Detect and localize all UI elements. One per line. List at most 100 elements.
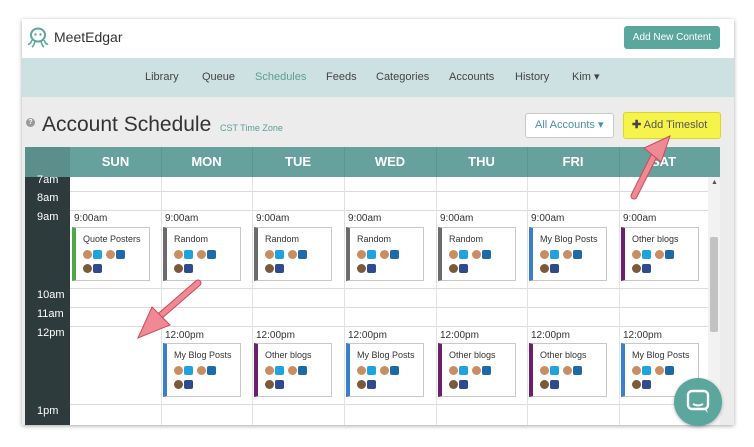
timeslot-card-tue[interactable]: Other blogs (254, 343, 332, 397)
timeslot-card-thu[interactable]: Other blogs (438, 343, 516, 397)
nav-categories[interactable]: Categories (376, 58, 429, 97)
add-new-content-button[interactable]: Add New Content (624, 26, 720, 49)
nav-accounts[interactable]: Accounts (449, 58, 494, 97)
linkedin-icon (298, 366, 307, 375)
add-timeslot-label: Add Timeslot (643, 119, 708, 131)
scroll-up-arrow-icon[interactable]: ▲ (711, 179, 718, 186)
nav-schedules[interactable]: Schedules (255, 58, 306, 97)
nav-feeds[interactable]: Feeds (326, 58, 357, 97)
time-rail: 7am 8am 9am 10am 11am 12pm 1pm (25, 174, 70, 425)
category-label: Other blogs (540, 350, 587, 360)
avatar-icon (357, 366, 366, 375)
avatar-icon (265, 264, 274, 273)
timeslot-card-wed[interactable]: Random (346, 227, 424, 281)
twitter-icon (642, 250, 651, 259)
facebook-icon (275, 380, 284, 389)
day-header-sun: SUN (101, 154, 130, 169)
day-header-tue: TUE (285, 154, 311, 169)
nav-history[interactable]: History (515, 58, 549, 97)
avatar-icon (655, 366, 664, 375)
avatar-icon (357, 264, 366, 273)
facebook-icon (93, 264, 102, 273)
facebook-icon (642, 380, 651, 389)
linkedin-icon (390, 366, 399, 375)
logo-text: MeetEdgar (54, 29, 123, 45)
nav-library[interactable]: Library (145, 58, 179, 97)
schedule-calendar: SUN MON TUE WED THU FRI SAT 7am 8am 9am … (25, 147, 720, 425)
timeslot-card-fri[interactable]: My Blog Posts (529, 227, 607, 281)
category-label: Quote Posters (83, 234, 141, 244)
avatar-icon (472, 250, 481, 259)
category-label: My Blog Posts (174, 350, 232, 360)
twitter-icon (642, 366, 651, 375)
twitter-icon (275, 366, 284, 375)
avatar-icon (174, 250, 183, 259)
time-label-8am: 8am (37, 192, 59, 204)
twitter-icon (367, 366, 376, 375)
time-label-11am: 11am (37, 308, 64, 320)
octopus-logo-icon (26, 25, 50, 49)
twitter-icon (184, 366, 193, 375)
day-header-wed: WED (374, 154, 406, 169)
slot-time-fri: 9:00am (531, 213, 565, 224)
avatar-icon (632, 264, 641, 273)
category-label: My Blog Posts (540, 234, 598, 244)
timeslot-card-thu[interactable]: Random (438, 227, 516, 281)
add-timeslot-button[interactable]: ✚ Add Timeslot (623, 112, 721, 139)
time-label-7am: 7am (37, 174, 59, 186)
time-column-header (25, 147, 70, 177)
time-label-1pm: 1pm (37, 405, 59, 417)
avatar-icon (380, 250, 389, 259)
timeslot-card-mon[interactable]: Random (163, 227, 241, 281)
help-icon[interactable]: ? (26, 118, 35, 127)
timeslot-card-tue[interactable]: Random (254, 227, 332, 281)
category-label: Other blogs (449, 350, 496, 360)
twitter-icon (275, 250, 284, 259)
avatar-icon (380, 366, 389, 375)
nav-user-menu[interactable]: Kim ▾ (572, 58, 600, 97)
avatar-icon (174, 264, 183, 273)
chat-support-button[interactable] (674, 378, 722, 426)
avatar-icon (449, 366, 458, 375)
twitter-icon (550, 250, 559, 259)
scroll-thumb[interactable] (710, 237, 718, 332)
timeslot-card-sat[interactable]: Other blogs (621, 227, 699, 281)
timeslot-card-fri[interactable]: Other blogs (529, 343, 607, 397)
twitter-icon (459, 250, 468, 259)
logo[interactable]: MeetEdgar (26, 25, 122, 49)
avatar-icon (632, 380, 641, 389)
facebook-icon (642, 264, 651, 273)
linkedin-icon (573, 250, 582, 259)
nav-queue[interactable]: Queue (202, 58, 235, 97)
linkedin-icon (207, 250, 216, 259)
timeslot-card-sun[interactable]: Quote Posters (72, 227, 150, 281)
avatar-icon (632, 366, 641, 375)
slot-time-wed: 12:00pm (348, 330, 387, 341)
facebook-icon (367, 380, 376, 389)
slot-time-sat: 9:00am (623, 213, 657, 224)
avatar-icon (265, 380, 274, 389)
avatar-icon (288, 250, 297, 259)
slot-time-tue: 9:00am (256, 213, 290, 224)
slot-time-wed: 9:00am (348, 213, 382, 224)
avatar-icon (540, 366, 549, 375)
category-label: My Blog Posts (357, 350, 415, 360)
time-label-9am: 9am (37, 211, 59, 223)
avatar-icon (174, 366, 183, 375)
linkedin-icon (116, 250, 125, 259)
twitter-icon (367, 250, 376, 259)
top-bar: MeetEdgar Add New Content (22, 19, 734, 58)
linkedin-icon (665, 250, 674, 259)
calendar-header: SUN MON TUE WED THU FRI SAT (25, 147, 720, 177)
twitter-icon (459, 366, 468, 375)
slot-time-sun: 9:00am (74, 213, 108, 224)
linkedin-icon (298, 250, 307, 259)
facebook-icon (459, 380, 468, 389)
accounts-filter-select[interactable]: All Accounts ▾ (525, 113, 614, 138)
avatar-icon (449, 264, 458, 273)
timeslot-card-mon[interactable]: My Blog Posts (163, 343, 241, 397)
avatar-icon (540, 380, 549, 389)
timeslot-card-wed[interactable]: My Blog Posts (346, 343, 424, 397)
avatar-icon (632, 250, 641, 259)
avatar-icon (174, 380, 183, 389)
